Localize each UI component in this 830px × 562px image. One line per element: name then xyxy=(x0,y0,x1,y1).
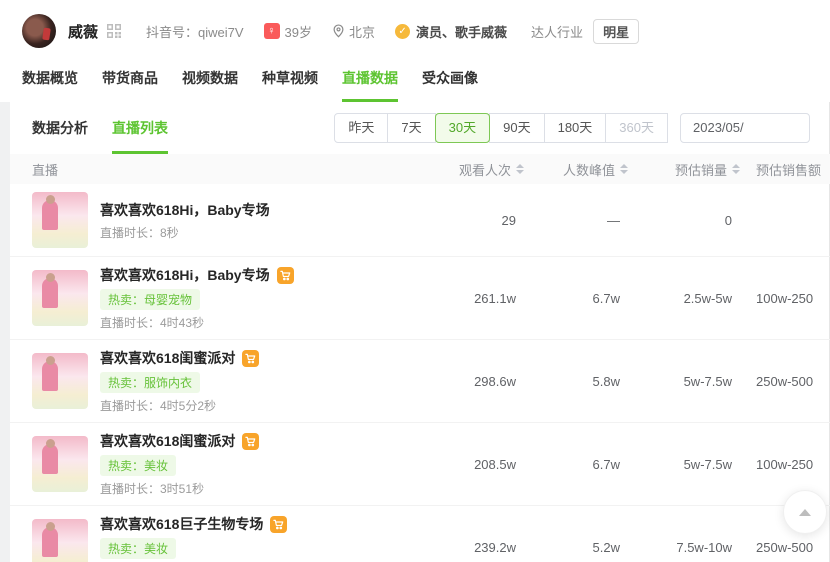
tab-audience-profile[interactable]: 受众画像 xyxy=(422,60,478,102)
age-label: 39岁 xyxy=(285,22,312,41)
time-range-filters: 昨天 7天 30天 90天 180天 360天 2023/05/ xyxy=(334,113,810,143)
cart-icon xyxy=(270,516,287,533)
back-to-top-button[interactable] xyxy=(783,490,827,534)
gmv-value: 100w-250 xyxy=(746,291,830,306)
hot-sale-tag: 热卖：美妆 xyxy=(100,455,176,476)
col-views-label: 观看人次 xyxy=(459,160,511,179)
filter-360d[interactable]: 360天 xyxy=(605,113,668,143)
sort-icon[interactable] xyxy=(620,164,628,174)
filter-yesterday[interactable]: 昨天 xyxy=(334,113,388,143)
views-value: 208.5w xyxy=(422,457,530,472)
live-duration: 直播时长：4时5分2秒 xyxy=(100,397,259,414)
location-info: 北京 xyxy=(332,22,375,41)
location-pin-icon xyxy=(332,24,345,38)
location-label: 北京 xyxy=(349,22,375,41)
verified-info: ✓ 演员、歌手威薇 xyxy=(395,22,507,41)
tab-promoted-products[interactable]: 带货商品 xyxy=(102,60,158,102)
peak-value: 6.7w xyxy=(530,291,634,306)
hot-sale-tag: 热卖：美妆 xyxy=(100,538,176,559)
tab-data-overview[interactable]: 数据概览 xyxy=(22,60,78,102)
peak-value: 6.7w xyxy=(530,457,634,472)
views-value: 29 xyxy=(422,213,530,228)
live-cover-thumbnail[interactable] xyxy=(32,353,88,409)
filter-90d[interactable]: 90天 xyxy=(489,113,544,143)
col-sales: 预估销量 xyxy=(634,160,746,179)
live-title[interactable]: 喜欢喜欢618闺蜜派对 xyxy=(100,348,235,368)
verified-desc: 演员、歌手威薇 xyxy=(416,22,507,41)
live-title[interactable]: 喜欢喜欢618闺蜜派对 xyxy=(100,431,235,451)
col-gmv: 预估销售额 xyxy=(746,160,830,179)
live-cover-thumbnail[interactable] xyxy=(32,192,88,248)
col-views: 观看人次 xyxy=(422,160,530,179)
peak-value: 5.2w xyxy=(530,540,634,555)
filter-7d[interactable]: 7天 xyxy=(387,113,435,143)
gmv-value: 100w-250 xyxy=(746,457,830,472)
table-row[interactable]: 喜欢喜欢618巨子生物专场 热卖：美妆 直播时长：4时6分16秒 239.2w … xyxy=(10,506,830,562)
date-range-picker[interactable]: 2023/05/ xyxy=(680,113,810,143)
live-title[interactable]: 喜欢喜欢618巨子生物专场 xyxy=(100,514,263,534)
verified-badge-icon: ✓ xyxy=(395,24,410,39)
subtab-live-list[interactable]: 直播列表 xyxy=(112,102,168,154)
qr-code-icon[interactable] xyxy=(106,23,122,39)
sales-value: 0 xyxy=(634,213,746,228)
live-cover-thumbnail[interactable] xyxy=(32,519,88,562)
table-row[interactable]: 喜欢喜欢618Hi，Baby专场 热卖：母婴宠物 直播时长：4时43秒 261.… xyxy=(10,257,830,340)
live-cover-thumbnail[interactable] xyxy=(32,270,88,326)
table-row[interactable]: 喜欢喜欢618Hi，Baby专场 直播时长：8秒 29 — 0 xyxy=(10,184,830,257)
avatar[interactable] xyxy=(22,14,56,48)
hot-sale-tag: 热卖：服饰内衣 xyxy=(100,372,200,393)
sort-icon[interactable] xyxy=(516,164,524,174)
col-peak-label: 人数峰值 xyxy=(563,160,615,179)
cart-icon xyxy=(242,433,259,450)
table-header: 直播 观看人次 人数峰值 预估销量 预估销售额 xyxy=(10,154,830,184)
douyin-id: 抖音号：qiwei7V xyxy=(146,22,244,41)
sales-value: 2.5w-5w xyxy=(634,291,746,306)
profile-header: 威薇 抖音号：qiwei7V ♀ 39岁 北京 ✓ 演员、歌手威薇 达人行业 明… xyxy=(0,0,830,102)
live-cover-thumbnail[interactable] xyxy=(32,436,88,492)
live-title[interactable]: 喜欢喜欢618Hi，Baby专场 xyxy=(100,265,270,285)
industry-label: 达人行业 xyxy=(531,22,583,41)
content-area: 数据分析 直播列表 昨天 7天 30天 90天 180天 360天 2023/0… xyxy=(0,102,830,562)
gmv-value: 250w-500 xyxy=(746,540,830,555)
creator-name: 威薇 xyxy=(68,21,98,42)
main-tabs: 数据概览 带货商品 视频数据 种草视频 直播数据 受众画像 xyxy=(22,60,830,102)
industry-tag[interactable]: 明星 xyxy=(593,19,639,44)
tab-video-data[interactable]: 视频数据 xyxy=(182,60,238,102)
col-sales-label: 预估销量 xyxy=(675,160,727,179)
peak-value: 5.8w xyxy=(530,374,634,389)
sales-value: 7.5w-10w xyxy=(634,540,746,555)
sales-value: 5w-7.5w xyxy=(634,457,746,472)
live-title[interactable]: 喜欢喜欢618Hi，Baby专场 xyxy=(100,200,270,220)
gmv-value: 250w-500 xyxy=(746,374,830,389)
tab-live-data[interactable]: 直播数据 xyxy=(342,60,398,102)
peak-value: — xyxy=(530,213,634,228)
sales-value: 5w-7.5w xyxy=(634,374,746,389)
age-info: ♀ 39岁 xyxy=(264,22,312,41)
chevron-up-icon xyxy=(799,509,811,516)
subtab-data-analysis[interactable]: 数据分析 xyxy=(32,102,88,154)
female-gender-icon: ♀ xyxy=(264,23,280,39)
tab-seeding-videos[interactable]: 种草视频 xyxy=(262,60,318,102)
filter-30d[interactable]: 30天 xyxy=(435,113,490,143)
filter-180d[interactable]: 180天 xyxy=(544,113,607,143)
col-peak: 人数峰值 xyxy=(530,160,634,179)
creator-analytics-page: 威薇 抖音号：qiwei7V ♀ 39岁 北京 ✓ 演员、歌手威薇 达人行业 明… xyxy=(0,0,830,562)
cart-icon xyxy=(242,350,259,367)
live-duration: 直播时长：8秒 xyxy=(100,224,270,241)
live-duration: 直播时长：4时43秒 xyxy=(100,314,294,331)
hot-sale-tag: 热卖：母婴宠物 xyxy=(100,289,200,310)
cart-icon xyxy=(277,267,294,284)
views-value: 239.2w xyxy=(422,540,530,555)
table-row[interactable]: 喜欢喜欢618闺蜜派对 热卖：服饰内衣 直播时长：4时5分2秒 298.6w 5… xyxy=(10,340,830,423)
table-row[interactable]: 喜欢喜欢618闺蜜派对 热卖：美妆 直播时长：3时51秒 208.5w 6.7w… xyxy=(10,423,830,506)
sort-icon[interactable] xyxy=(732,164,740,174)
views-value: 261.1w xyxy=(422,291,530,306)
col-live: 直播 xyxy=(10,160,422,179)
views-value: 298.6w xyxy=(422,374,530,389)
live-duration: 直播时长：3时51秒 xyxy=(100,480,259,497)
subtab-bar: 数据分析 直播列表 昨天 7天 30天 90天 180天 360天 2023/0… xyxy=(10,102,830,154)
live-data-card: 数据分析 直播列表 昨天 7天 30天 90天 180天 360天 2023/0… xyxy=(10,102,830,562)
